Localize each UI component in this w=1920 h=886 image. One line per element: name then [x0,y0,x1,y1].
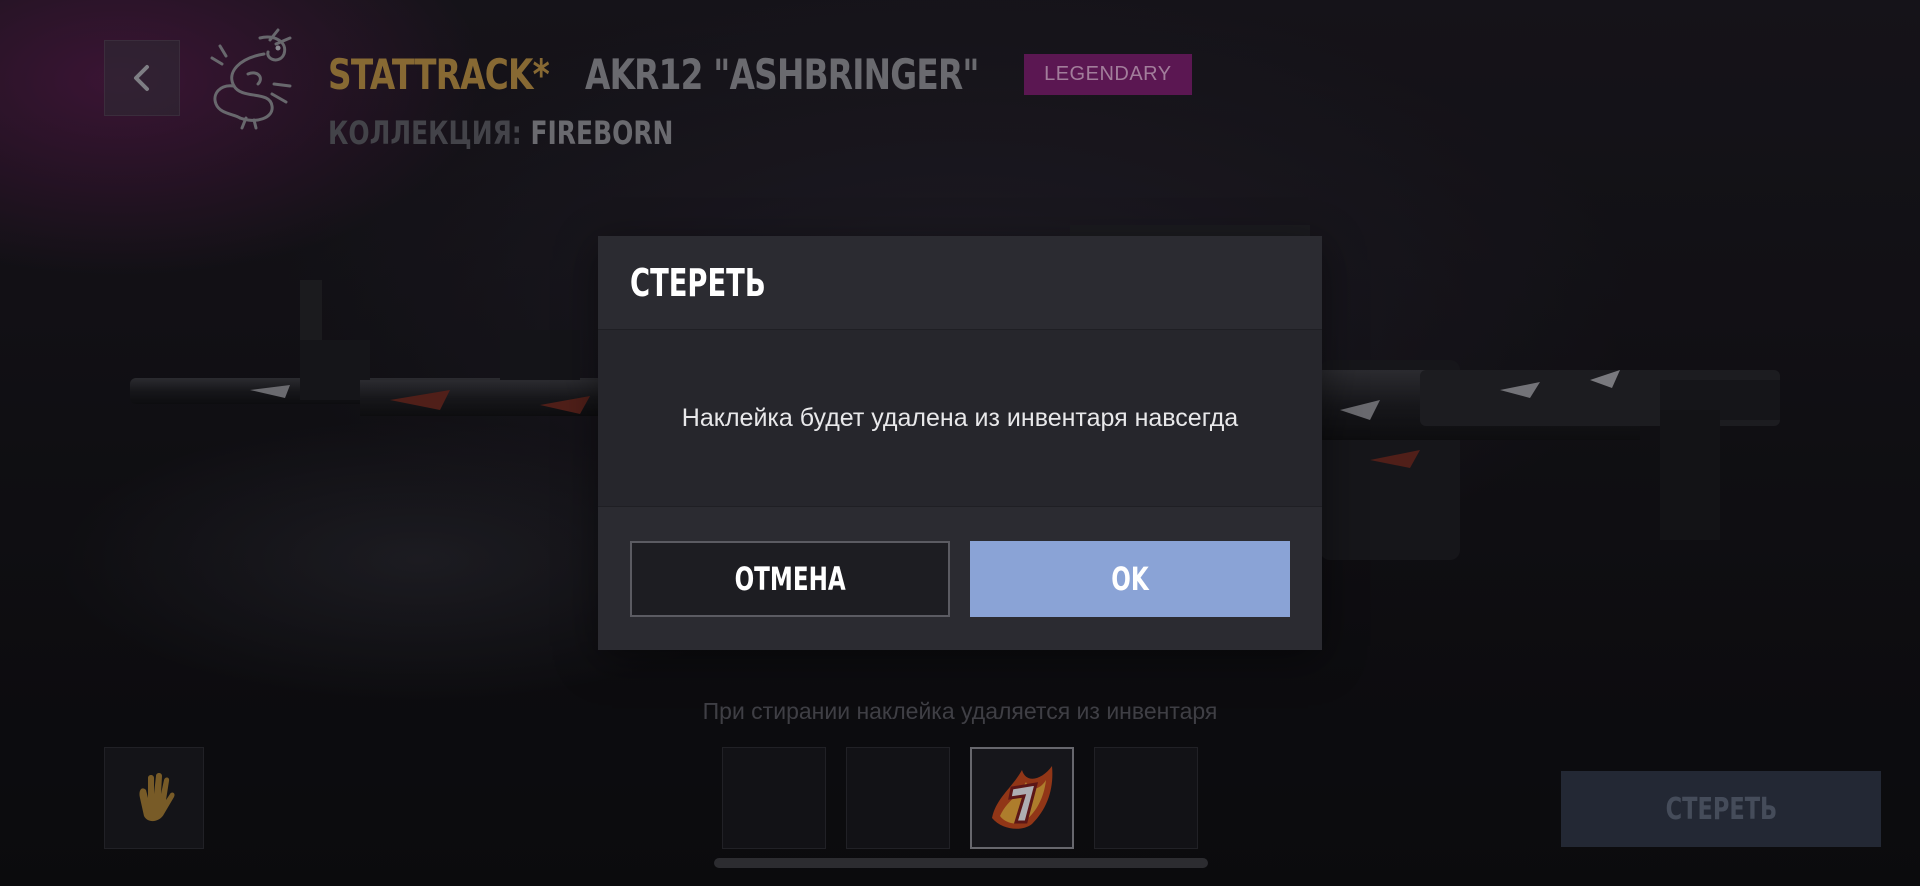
erase-confirm-dialog: СТЕРЕТЬ Наклейка будет удалена из инвент… [598,236,1322,650]
dialog-header: СТЕРЕТЬ [598,236,1322,330]
ok-button[interactable]: OK [970,540,1290,617]
inventory-screen: STATTRACK* AKR12 "ASHBRINGER" LEGENDARY … [0,0,1920,886]
ok-button-label: OK [1111,559,1149,598]
cancel-button-label: ОТМЕНА [734,559,846,598]
dialog-title: СТЕРЕТЬ [630,260,766,305]
dialog-body: Наклейка будет удалена из инвентаря навс… [598,330,1322,507]
dialog-footer: ОТМЕНА OK [598,507,1322,650]
cancel-button[interactable]: ОТМЕНА [630,540,950,617]
dialog-message: Наклейка будет удалена из инвентаря навс… [681,403,1239,432]
